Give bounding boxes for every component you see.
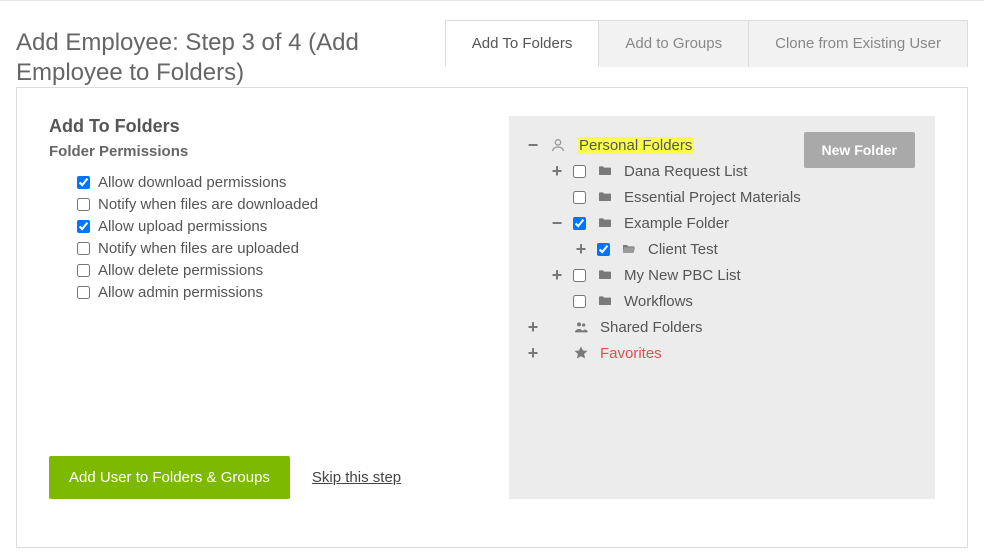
perm-label: Allow admin permissions (98, 284, 263, 301)
folder-icon (596, 293, 614, 309)
perm-label: Allow delete permissions (98, 262, 263, 279)
folder-icon (596, 163, 614, 179)
tree-label[interactable]: Workflows (624, 293, 693, 310)
tab-add-to-groups[interactable]: Add to Groups (598, 20, 749, 67)
perm-label: Allow upload permissions (98, 218, 267, 235)
tab-add-to-folders[interactable]: Add To Folders (445, 20, 600, 67)
tab-clone-user[interactable]: Clone from Existing User (748, 20, 968, 67)
person-icon (549, 137, 567, 153)
tab-bar: Add To Folders Add to Groups Clone from … (446, 20, 968, 67)
tree-label[interactable]: Dana Request List (624, 163, 747, 180)
tree-label-favorites[interactable]: Favorites (600, 345, 662, 362)
tree-label[interactable]: My New PBC List (624, 267, 741, 284)
section-heading: Add To Folders (49, 116, 489, 137)
collapse-icon[interactable]: − (527, 136, 539, 154)
tree-label[interactable]: Client Test (648, 241, 718, 258)
expand-icon[interactable]: + (527, 318, 539, 336)
tree-checkbox[interactable] (597, 243, 610, 256)
tree-checkbox[interactable] (573, 269, 586, 282)
perm-delete-checkbox[interactable] (77, 264, 90, 277)
expand-icon[interactable]: + (551, 162, 563, 180)
perm-notify-download-checkbox[interactable] (77, 198, 90, 211)
expand-icon[interactable]: + (575, 240, 587, 258)
perm-label: Allow download permissions (98, 174, 286, 191)
perm-notify-upload-checkbox[interactable] (77, 242, 90, 255)
tree-label[interactable]: Essential Project Materials (624, 189, 801, 206)
perm-admin-checkbox[interactable] (77, 286, 90, 299)
tree-checkbox[interactable] (573, 295, 586, 308)
tree-checkbox[interactable] (573, 165, 586, 178)
star-icon (572, 345, 590, 361)
perm-label: Notify when files are downloaded (98, 196, 318, 213)
tree-label-shared[interactable]: Shared Folders (600, 319, 703, 336)
add-user-button[interactable]: Add User to Folders & Groups (49, 456, 290, 499)
perm-upload-checkbox[interactable] (77, 220, 90, 233)
page-title: Add Employee: Step 3 of 4 (Add Employee … (16, 8, 446, 88)
section-subheading: Folder Permissions (49, 143, 489, 160)
permissions-list: Allow download permissions Notify when f… (49, 174, 489, 306)
folder-open-icon (620, 241, 638, 257)
folder-icon (596, 267, 614, 283)
expand-icon[interactable]: + (527, 344, 539, 362)
expand-icon[interactable]: + (551, 266, 563, 284)
skip-link[interactable]: Skip this step (312, 469, 401, 486)
people-icon (572, 319, 590, 335)
folder-icon (596, 189, 614, 205)
perm-label: Notify when files are uploaded (98, 240, 299, 257)
tree-label[interactable]: Example Folder (624, 215, 729, 232)
tree-checkbox[interactable] (573, 191, 586, 204)
tree-label-personal[interactable]: Personal Folders (577, 137, 694, 154)
folder-icon (596, 215, 614, 231)
tree-checkbox[interactable] (573, 217, 586, 230)
perm-download-checkbox[interactable] (77, 176, 90, 189)
collapse-icon[interactable]: − (551, 214, 563, 232)
new-folder-button[interactable]: New Folder (804, 132, 915, 168)
